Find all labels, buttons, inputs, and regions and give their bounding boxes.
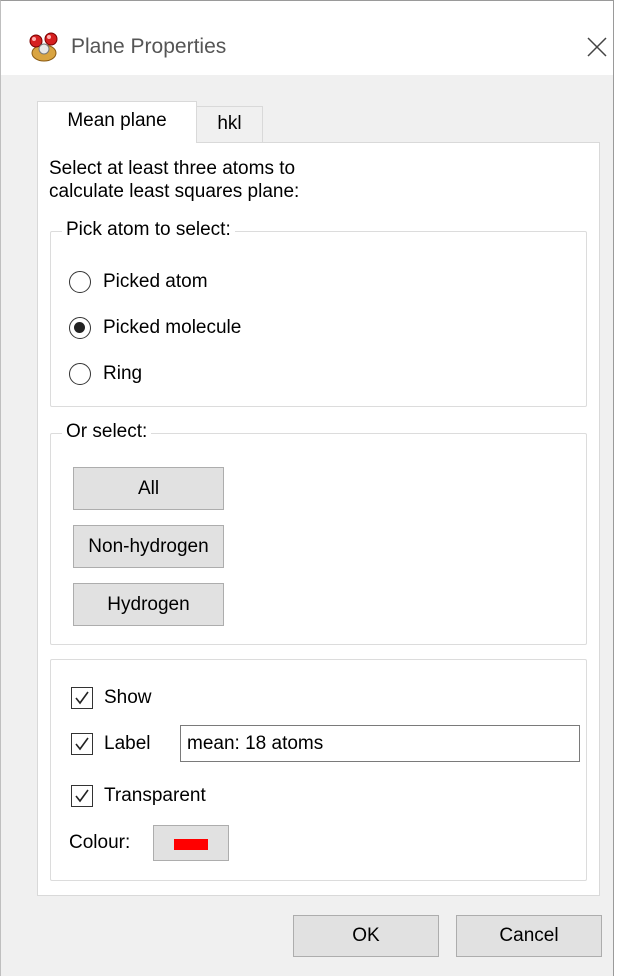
radio-label: Picked atom <box>103 271 208 292</box>
show-checkbox[interactable] <box>71 687 93 709</box>
pick-atom-group: Pick atom to select: Picked atom Picked … <box>50 219 587 407</box>
radio-label: Picked molecule <box>103 317 242 338</box>
label-checkbox-row[interactable]: Label <box>71 731 151 757</box>
pick-atom-legend: Pick atom to select: <box>62 219 235 241</box>
radio-picked-atom[interactable]: Picked atom <box>69 269 208 295</box>
label-text-input[interactable] <box>180 725 580 762</box>
ok-button[interactable]: OK <box>293 915 439 957</box>
instructions-line-1: Select at least three atoms to <box>49 158 296 179</box>
radio-picked-molecule[interactable]: Picked molecule <box>69 315 241 341</box>
close-icon <box>587 37 607 57</box>
display-options-group: Show Label Transparent Colour: <box>50 659 587 881</box>
radio-button-selected[interactable] <box>69 317 91 339</box>
or-select-legend: Or select: <box>62 421 152 443</box>
or-select-group: Or select: All Non-hydrogen Hydrogen <box>50 421 587 645</box>
colour-picker-button[interactable] <box>153 825 229 861</box>
radio-button[interactable] <box>69 271 91 293</box>
instructions-text: Select at least three atoms to calculate… <box>49 157 449 203</box>
radio-label: Ring <box>103 363 143 384</box>
radio-ring[interactable]: Ring <box>69 361 142 387</box>
label-label: Label <box>104 733 151 754</box>
instructions-line-2: calculate least squares plane: <box>49 181 300 202</box>
tab-hkl[interactable]: hkl <box>197 106 263 142</box>
mean-plane-panel: Select at least three atoms to calculate… <box>37 142 600 896</box>
app-icon <box>27 29 61 63</box>
transparent-checkbox[interactable] <box>71 785 93 807</box>
select-hydrogen-button[interactable]: Hydrogen <box>73 583 224 626</box>
title-bar: Plane Properties <box>1 1 613 75</box>
colour-label: Colour: <box>69 832 131 853</box>
window-title: Plane Properties <box>71 35 227 58</box>
label-checkbox[interactable] <box>71 733 93 755</box>
show-checkbox-row[interactable]: Show <box>71 685 152 711</box>
checkmark-icon <box>75 789 89 803</box>
plane-properties-dialog: Plane Properties Mean plane hkl Select a… <box>0 0 614 976</box>
checkmark-icon <box>75 691 89 705</box>
close-button[interactable] <box>577 27 617 67</box>
transparent-label: Transparent <box>104 785 206 806</box>
transparent-checkbox-row[interactable]: Transparent <box>71 783 206 809</box>
colour-swatch <box>174 839 208 850</box>
show-label: Show <box>104 687 152 708</box>
radio-button[interactable] <box>69 363 91 385</box>
tab-mean-plane[interactable]: Mean plane <box>37 101 197 143</box>
select-all-button[interactable]: All <box>73 467 224 510</box>
checkmark-icon <box>75 737 89 751</box>
cancel-button[interactable]: Cancel <box>456 915 602 957</box>
select-non-hydrogen-button[interactable]: Non-hydrogen <box>73 525 224 568</box>
